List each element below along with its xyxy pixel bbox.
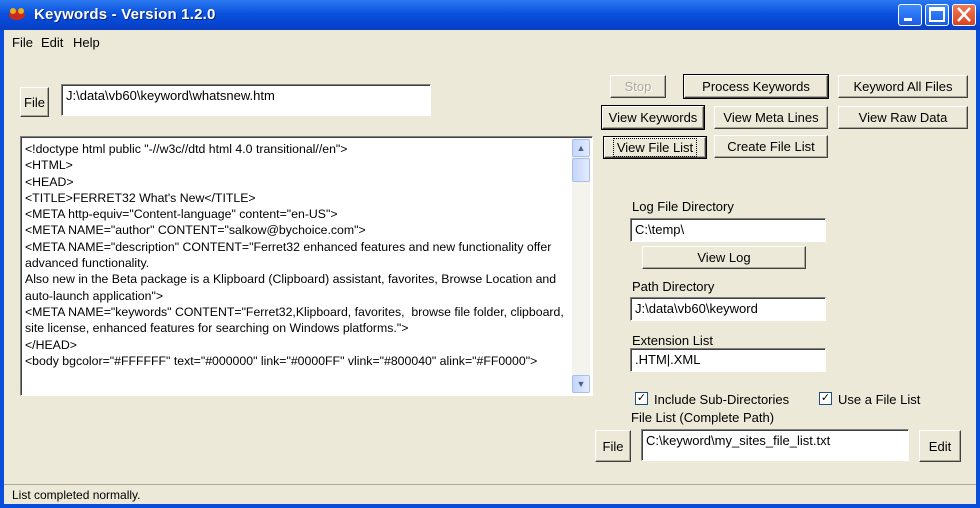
view-file-list-button[interactable]: View File List [603,136,707,159]
include-subdirs-label: Include Sub-Directories [654,392,790,407]
view-log-button[interactable]: View Log [642,246,806,269]
vertical-scrollbar[interactable]: ▲ ▼ [572,139,590,393]
status-text: List completed normally. [12,488,141,502]
path-dir-field[interactable]: J:\data\vb60\keyword [630,297,826,321]
menu-bar: File Edit Help [4,30,976,56]
checkmark-icon: ✓ [820,392,831,404]
maximize-icon [929,7,945,22]
app-window: Keywords - Version 1.2.0 File Edit Help … [0,0,980,508]
text-line: <TITLE>FERRET32 What's New</TITLE> [25,190,256,205]
text-line: <!doctype html public "-//w3c//dtd html … [25,142,348,156]
menu-file[interactable]: File [12,35,33,50]
text-line: <META NAME="keywords" CONTENT="Ferret32,… [25,304,568,336]
file-list-path-field[interactable]: C:\keyword\my_sites_file_list.txt [641,429,909,461]
text-line: <HTML> [25,158,73,173]
text-line: <META NAME="author" CONTENT="salkow@bych… [25,223,366,238]
view-raw-data-button[interactable]: View Raw Data [838,106,968,129]
text-line: <META NAME="description" CONTENT="Ferret… [25,239,555,271]
chevron-down-icon: ▼ [576,379,586,389]
path-dir-label: Path Directory [632,279,715,294]
status-bar: List completed normally. [4,484,976,504]
keyword-all-files-button[interactable]: Keyword All Files [838,75,968,98]
app-icon [9,8,25,20]
file-list-label: File List (Complete Path) [631,410,775,425]
scroll-thumb[interactable] [572,158,590,182]
text-line: <body bgcolor="#FFFFFF" text="#000000" l… [25,353,538,368]
text-line: </HEAD> [25,337,77,352]
chevron-up-icon: ▲ [576,143,586,153]
use-file-list-label: Use a File List [838,392,921,407]
use-file-list-checkbox[interactable]: ✓ [819,392,832,405]
extension-list-label: Extension List [632,333,713,348]
scroll-up-button[interactable]: ▲ [572,139,590,157]
include-subdirs-checkbox[interactable]: ✓ [635,392,648,405]
log-dir-label: Log File Directory [632,199,734,214]
file-path-field[interactable]: J:\data\vb60\keyword\whatsnew.htm [61,84,431,116]
text-line: Also new in the Beta package is a Klipbo… [25,272,560,303]
text-line: <META http-equiv="Content-language" cont… [25,207,338,222]
window-title: Keywords - Version 1.2.0 [34,6,216,23]
scroll-down-button[interactable]: ▼ [572,375,590,393]
process-keywords-button[interactable]: Process Keywords [683,74,829,99]
edit-file-list-button[interactable]: Edit [919,430,961,462]
extension-list-field[interactable]: .HTM|.XML [630,348,826,372]
close-button[interactable] [952,4,976,26]
stop-button[interactable]: Stop [610,75,666,98]
menu-edit[interactable]: Edit [41,35,63,50]
title-bar[interactable]: Keywords - Version 1.2.0 [0,0,980,30]
maximize-button[interactable] [925,4,949,26]
log-dir-field[interactable]: C:\temp\ [630,218,826,242]
view-meta-lines-button[interactable]: View Meta Lines [714,106,828,129]
raw-text-area[interactable]: <!doctype html public "-//w3c//dtd html … [20,136,593,396]
view-keywords-button[interactable]: View Keywords [601,105,705,130]
create-file-list-button[interactable]: Create File List [714,135,828,158]
checkmark-icon: ✓ [636,392,647,404]
menu-help[interactable]: Help [73,35,100,50]
minimize-icon [904,18,912,21]
raw-text-content: <!doctype html public "-//w3c//dtd html … [25,141,570,369]
file-open-button[interactable]: File [20,87,49,117]
text-line: <HEAD> [25,174,74,189]
minimize-button[interactable] [898,4,922,26]
close-icon [957,7,971,22]
file-list-file-button[interactable]: File [595,430,631,462]
